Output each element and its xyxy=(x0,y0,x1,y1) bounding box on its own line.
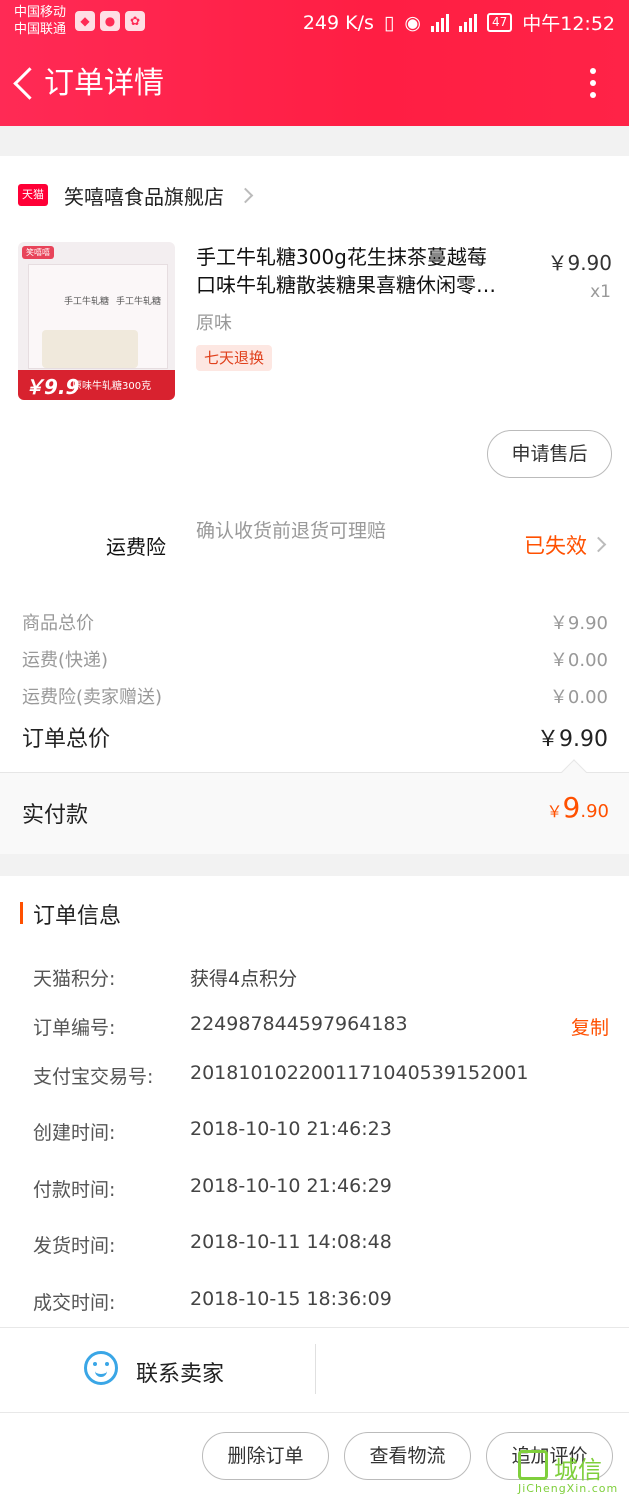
status-indicators: 249 K/s ▯ ◉ 47 中午12:52 xyxy=(303,9,615,36)
app-header: 中国移动 中国联通 ◆ ● ✿ 249 K/s ▯ ◉ 47 中午12:52 订… xyxy=(0,0,629,126)
signal-icon-1 xyxy=(430,13,449,32)
product-brand-tag: 笑嘻嘻 xyxy=(22,246,54,259)
fee-value: ￥0.00 xyxy=(549,687,608,708)
after-sale-button[interactable]: 申请售后 xyxy=(487,430,612,478)
paid-currency: ￥ xyxy=(546,802,563,821)
map-pin-icon: ● xyxy=(100,11,120,31)
clock: 中午12:52 xyxy=(522,13,615,35)
info-key: 订单编号: xyxy=(33,1017,116,1039)
paid-amount-block: 实付款 ￥9.90 xyxy=(0,759,629,854)
product-title[interactable]: 手工牛轧糖300g花生抹茶蔓越莓 口味牛轧糖散装糖果喜糖休闲零… xyxy=(196,243,536,299)
product-variant: 原味 xyxy=(196,313,232,334)
smiley-chat-icon[interactable] xyxy=(84,1351,118,1385)
product-price: ￥9.90 xyxy=(547,251,612,275)
fee-value: ￥0.00 xyxy=(549,650,608,671)
page-title: 订单详情 xyxy=(44,66,164,101)
info-key: 创建时间: xyxy=(33,1122,116,1144)
order-total-value: ￥9.90 xyxy=(537,727,608,752)
info-key: 发货时间: xyxy=(33,1235,116,1257)
info-value: 2018-10-11 14:08:48 xyxy=(190,1231,392,1253)
paid-label: 实付款 xyxy=(22,803,89,828)
product-image[interactable]: 笑嘻嘻 手工牛轧糖 手工牛轧糖 ￥9.9 原味牛轧糖300克 xyxy=(18,242,175,400)
order-total-label: 订单总价 xyxy=(22,727,111,752)
carrier-info: 中国移动 中国联通 xyxy=(14,4,66,38)
fee-row-shipping: 运费(快递) ￥0.00 xyxy=(22,646,608,672)
product-candy xyxy=(42,330,138,368)
fee-row-insurance: 运费险(卖家赠送) ￥0.00 xyxy=(22,683,608,709)
watermark-text: 城信 xyxy=(554,1456,602,1484)
shipping-insurance-desc: 确认收货前退货可理赔 xyxy=(196,520,387,542)
shield-icon: ◆ xyxy=(75,11,95,31)
site-watermark: 城信 JiChengXin.com xyxy=(510,1446,625,1498)
fee-value: ￥9.90 xyxy=(549,613,608,634)
shop-name: 笑嘻嘻食品旗舰店 xyxy=(64,184,224,209)
fee-label: 运费险(卖家赠送) xyxy=(22,687,163,708)
huawei-icon: ✿ xyxy=(125,11,145,31)
product-pack-label: 手工牛轧糖 xyxy=(64,297,110,307)
order-total-row: 订单总价 ￥9.90 xyxy=(22,721,608,753)
paid-amount: ￥9.90 xyxy=(547,791,609,824)
bottom-action-bar: 删除订单 查看物流 追加评价 城信 JiChengXin.com xyxy=(0,1413,629,1500)
contact-seller-button[interactable]: 联系卖家 xyxy=(136,1356,224,1388)
product-pack-label-2: 手工牛轧糖 xyxy=(116,297,162,307)
delete-order-button[interactable]: 删除订单 xyxy=(202,1432,329,1480)
carrier-2: 中国联通 xyxy=(14,22,67,37)
info-value: 2018101022001171040539152001 xyxy=(190,1062,529,1084)
info-key: 付款时间: xyxy=(33,1179,116,1201)
product-price-badge: ￥9.9 原味牛轧糖300克 xyxy=(18,370,175,400)
watermark-url: JiChengXin.com xyxy=(518,1482,619,1495)
shipping-insurance-label: 运费险 xyxy=(106,535,166,559)
chevron-right-icon xyxy=(237,187,254,203)
info-value: 2018-10-10 21:46:23 xyxy=(190,1118,392,1140)
signal-icon-2 xyxy=(458,13,477,32)
fee-label: 商品总价 xyxy=(22,613,94,634)
info-value: 2018-10-15 18:36:09 xyxy=(190,1288,392,1310)
shipping-insurance-status[interactable]: 已失效 xyxy=(524,530,587,560)
order-info-card xyxy=(0,876,629,1327)
carrier-1: 中国移动 xyxy=(14,5,67,20)
view-logistics-button[interactable]: 查看物流 xyxy=(344,1432,471,1480)
contact-seller-bar: 联系卖家 xyxy=(0,1327,629,1413)
status-bar: 中国移动 中国联通 ◆ ● ✿ 249 K/s ▯ ◉ 47 中午12:52 xyxy=(0,0,629,44)
paid-decimal: .90 xyxy=(580,801,609,822)
info-value: 获得4点积分 xyxy=(190,968,298,990)
product-title-line-1: 手工牛轧糖300g花生抹茶蔓越莓 xyxy=(196,245,487,269)
order-info-title: 订单信息 xyxy=(33,904,122,929)
divider xyxy=(315,1344,316,1394)
product-title-line-2: 口味牛轧糖散装糖果喜糖休闲零… xyxy=(196,273,496,297)
section-accent-bar xyxy=(20,902,23,924)
vibrate-icon: ▯ xyxy=(383,11,395,34)
info-key: 天猫积分: xyxy=(33,968,116,990)
network-speed: 249 K/s xyxy=(302,11,374,34)
return-policy-badge: 七天退换 xyxy=(196,345,273,371)
paid-integer: 9 xyxy=(562,791,581,824)
battery-icon: 47 xyxy=(486,13,513,32)
badge-text: 原味牛轧糖300克 xyxy=(72,381,152,392)
info-key: 支付宝交易号: xyxy=(33,1066,154,1088)
info-value: 2018-10-10 21:46:29 xyxy=(190,1175,392,1197)
more-options-icon[interactable] xyxy=(589,68,597,102)
shop-link[interactable]: 天猫 笑嘻嘻食品旗舰店 xyxy=(18,180,254,210)
fee-label: 运费(快递) xyxy=(22,650,109,671)
product-quantity: x1 xyxy=(590,282,611,302)
copy-button[interactable]: 复制 xyxy=(571,1013,609,1040)
info-value: 224987844597964183 xyxy=(190,1013,408,1035)
watermark-logo-icon xyxy=(518,1450,548,1480)
back-arrow-icon[interactable] xyxy=(10,64,40,104)
fee-row-goods: 商品总价 ￥9.90 xyxy=(22,609,608,635)
info-key: 成交时间: xyxy=(33,1292,116,1314)
tmall-logo-icon: 天猫 xyxy=(18,184,48,206)
eye-icon: ◉ xyxy=(404,11,421,34)
